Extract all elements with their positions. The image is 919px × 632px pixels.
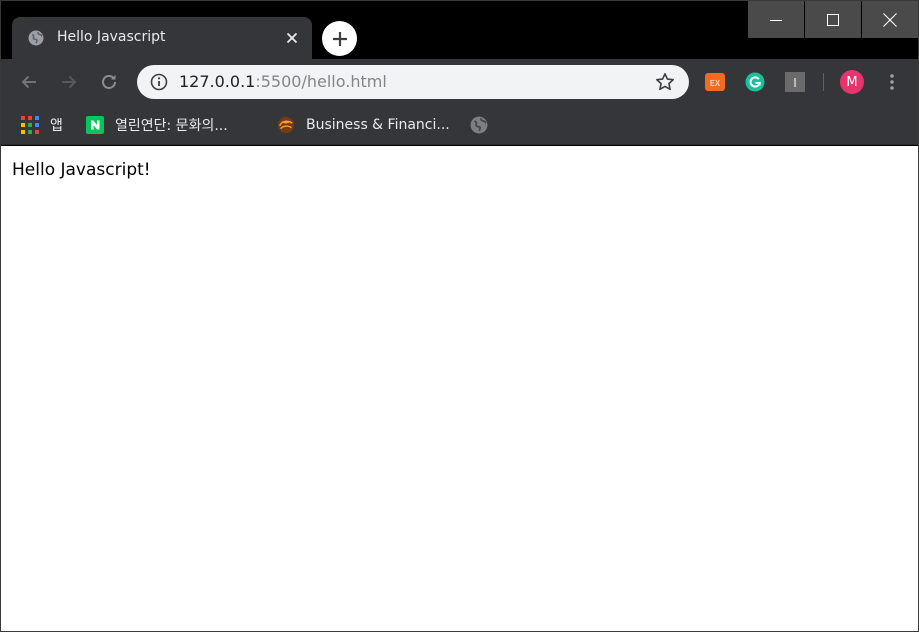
globe-icon [470, 116, 488, 134]
tab-title: Hello Javascript [57, 29, 166, 45]
business-icon [277, 116, 295, 134]
new-tab-button[interactable] [322, 21, 357, 56]
title-bar: Hello Javascript [1, 1, 918, 59]
reload-icon [102, 75, 116, 89]
url-host: 127.0.0.1 [179, 72, 256, 91]
browser-toolbar: 127.0.0.1:5500/hello.html EX I M [1, 59, 918, 105]
browser-window: Hello Javascript 127.0.0.1:5500/hello.ht… [0, 0, 919, 632]
minimize-icon [770, 19, 782, 21]
globe-icon [28, 30, 44, 46]
tab-close-icon[interactable] [283, 29, 301, 47]
menu-button[interactable] [881, 71, 903, 93]
apps-grid-icon [21, 116, 39, 134]
grammarly-icon [745, 72, 765, 92]
url-path: :5500/hello.html [255, 72, 387, 91]
window-close-button[interactable] [862, 1, 918, 38]
bookmark-business[interactable]: Business & Financi... [277, 113, 450, 137]
minimize-button[interactable] [748, 1, 804, 38]
profile-avatar[interactable]: M [840, 70, 864, 94]
back-button[interactable] [18, 71, 40, 93]
i-label: I [793, 76, 797, 90]
ex-label: EX [710, 79, 721, 88]
extension-grammarly-button[interactable] [744, 71, 766, 93]
extension-i-button[interactable]: I [784, 71, 806, 93]
star-icon[interactable] [655, 72, 675, 92]
page-viewport: Hello Javascript! [1, 146, 918, 631]
forward-button[interactable] [58, 71, 80, 93]
maximize-icon [827, 13, 839, 26]
page-body-text: Hello Javascript! [12, 160, 151, 180]
reload-button[interactable] [98, 71, 120, 93]
bookmark-business-label: Business & Financi... [306, 117, 450, 133]
bookmark-naver-label: 열린연단: 문화의... [115, 118, 228, 134]
kebab-menu-icon [890, 74, 894, 90]
ex-extension-icon: EX [705, 73, 725, 91]
i-extension-icon: I [785, 72, 805, 92]
extension-ex-button[interactable]: EX [704, 71, 726, 93]
tab-active[interactable]: Hello Javascript [12, 17, 312, 59]
maximize-button[interactable] [805, 1, 861, 38]
bookmark-apps[interactable]: 앱 [21, 113, 63, 137]
info-icon[interactable] [150, 73, 168, 91]
url-text[interactable]: 127.0.0.1:5500/hello.html [179, 72, 387, 91]
bookmark-apps-label: 앱 [50, 118, 63, 134]
close-icon [883, 12, 897, 27]
bookmark-naver[interactable]: 열린연단: 문화의... [86, 113, 228, 137]
bookmark-globe[interactable] [470, 113, 499, 137]
arrow-left-icon [21, 75, 36, 89]
bookmarks-bar: 앱 열린연단: 문화의... Business & Financi... [1, 105, 918, 145]
address-bar[interactable]: 127.0.0.1:5500/hello.html [137, 65, 689, 99]
toolbar-separator [823, 73, 824, 91]
arrow-right-icon [62, 75, 77, 89]
plus-icon [332, 31, 347, 46]
naver-icon [86, 116, 104, 134]
